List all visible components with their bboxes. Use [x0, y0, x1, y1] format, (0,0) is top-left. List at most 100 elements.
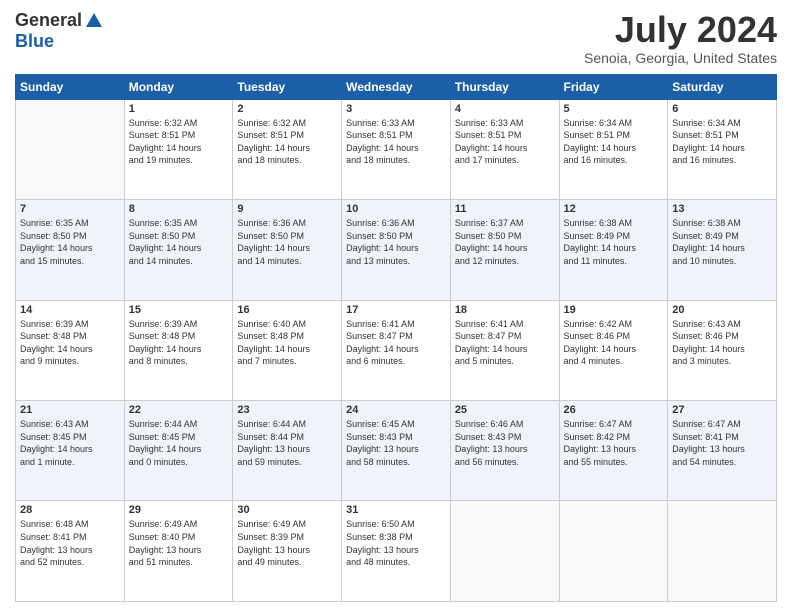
day-info: Sunrise: 6:50 AM Sunset: 8:38 PM Dayligh… [346, 518, 446, 568]
day-info: Sunrise: 6:40 AM Sunset: 8:48 PM Dayligh… [237, 318, 337, 368]
day-number: 29 [129, 504, 229, 516]
table-row: 2Sunrise: 6:32 AM Sunset: 8:51 PM Daylig… [233, 99, 342, 199]
day-info: Sunrise: 6:35 AM Sunset: 8:50 PM Dayligh… [20, 217, 120, 267]
day-info: Sunrise: 6:38 AM Sunset: 8:49 PM Dayligh… [564, 217, 664, 267]
table-row: 17Sunrise: 6:41 AM Sunset: 8:47 PM Dayli… [342, 300, 451, 400]
col-friday: Friday [559, 74, 668, 99]
table-row: 18 Sunrise: 6:41 AM Sunset: 8:47 PM Dayli… [450, 300, 559, 400]
day-number: 25 [455, 404, 555, 416]
day-number: 4 [455, 103, 555, 115]
day-number: 26 [564, 404, 664, 416]
day-info: Sunrise: 6:39 AM Sunset: 8:48 PM Dayligh… [129, 318, 229, 368]
table-row: 6 Sunrise: 6:34 AM Sunset: 8:51 PM Daylig… [668, 99, 777, 199]
day-info: Sunrise: 6:47 AM Sunset: 8:41 PM Dayligh… [672, 418, 772, 468]
table-row: 28Sunrise: 6:48 AM Sunset: 8:41 PM Dayli… [16, 501, 125, 602]
day-info: Sunrise: 6:34 AM Sunset: 8:51 PM Dayligh… [672, 117, 772, 167]
day-info: Sunrise: 6:38 AM Sunset: 8:49 PM Dayligh… [672, 217, 772, 267]
day-info: Sunrise: 6:46 AM Sunset: 8:43 PM Dayligh… [455, 418, 555, 468]
logo-general-text: General [15, 10, 82, 31]
table-row: 11 Sunrise: 6:37 AM Sunset: 8:50 PM Dayli… [450, 200, 559, 300]
calendar-week-row: 14 Sunrise: 6:39 AM Sunset: 8:48 PM Dayli… [16, 300, 777, 400]
table-row: 1 Sunrise: 6:32 AM Sunset: 8:51 PM Daylig… [124, 99, 233, 199]
day-info: Sunrise: 6:32 AM Sunset: 8:51 PM Dayligh… [129, 117, 229, 167]
day-info: Sunrise: 6:34 AM Sunset: 8:51 PM Dayligh… [564, 117, 664, 167]
day-number: 15 [129, 304, 229, 316]
day-number: 1 [129, 103, 229, 115]
calendar-week-row: 28Sunrise: 6:48 AM Sunset: 8:41 PM Dayli… [16, 501, 777, 602]
col-monday: Monday [124, 74, 233, 99]
table-row: 31 Sunrise: 6:50 AM Sunset: 8:38 PM Dayli… [342, 501, 451, 602]
table-row: 5 Sunrise: 6:34 AM Sunset: 8:51 PM Daylig… [559, 99, 668, 199]
day-number: 19 [564, 304, 664, 316]
table-row: 10Sunrise: 6:36 AM Sunset: 8:50 PM Dayli… [342, 200, 451, 300]
day-info: Sunrise: 6:49 AM Sunset: 8:39 PM Dayligh… [237, 518, 337, 568]
day-number: 3 [346, 103, 446, 115]
table-row: 29 Sunrise: 6:49 AM Sunset: 8:40 PM Dayli… [124, 501, 233, 602]
day-number: 11 [455, 203, 555, 215]
logo: General Blue [15, 10, 104, 52]
day-info: Sunrise: 6:42 AM Sunset: 8:46 PM Dayligh… [564, 318, 664, 368]
table-row: 22Sunrise: 6:44 AM Sunset: 8:45 PM Dayli… [124, 401, 233, 501]
table-row: 9Sunrise: 6:36 AM Sunset: 8:50 PM Daylig… [233, 200, 342, 300]
day-number: 31 [346, 504, 446, 516]
day-number: 20 [672, 304, 772, 316]
day-info: Sunrise: 6:44 AM Sunset: 8:44 PM Dayligh… [237, 418, 337, 468]
calendar-table: Sunday Monday Tuesday Wednesday Thursday… [15, 74, 777, 602]
table-row: 27Sunrise: 6:47 AM Sunset: 8:41 PM Dayli… [668, 401, 777, 501]
table-row [16, 99, 125, 199]
table-row: 8 Sunrise: 6:35 AM Sunset: 8:50 PM Daylig… [124, 200, 233, 300]
day-number: 2 [237, 103, 337, 115]
day-info: Sunrise: 6:35 AM Sunset: 8:50 PM Dayligh… [129, 217, 229, 267]
table-row: 20 Sunrise: 6:43 AM Sunset: 8:46 PM Dayli… [668, 300, 777, 400]
day-info: Sunrise: 6:41 AM Sunset: 8:47 PM Dayligh… [455, 318, 555, 368]
day-info: Sunrise: 6:36 AM Sunset: 8:50 PM Dayligh… [346, 217, 446, 267]
day-number: 24 [346, 404, 446, 416]
day-number: 8 [129, 203, 229, 215]
logo-icon [84, 11, 104, 31]
day-number: 17 [346, 304, 446, 316]
table-row: 26 Sunrise: 6:47 AM Sunset: 8:42 PM Dayli… [559, 401, 668, 501]
table-row [450, 501, 559, 602]
table-row: 24Sunrise: 6:45 AM Sunset: 8:43 PM Dayli… [342, 401, 451, 501]
calendar-week-row: 1 Sunrise: 6:32 AM Sunset: 8:51 PM Daylig… [16, 99, 777, 199]
table-row: 3 Sunrise: 6:33 AM Sunset: 8:51 PM Daylig… [342, 99, 451, 199]
logo-blue-text: Blue [15, 31, 54, 52]
col-sunday: Sunday [16, 74, 125, 99]
table-row: 23Sunrise: 6:44 AM Sunset: 8:44 PM Dayli… [233, 401, 342, 501]
day-number: 12 [564, 203, 664, 215]
day-info: Sunrise: 6:43 AM Sunset: 8:46 PM Dayligh… [672, 318, 772, 368]
table-row: 12 Sunrise: 6:38 AM Sunset: 8:49 PM Dayli… [559, 200, 668, 300]
location: Senoia, Georgia, United States [584, 50, 777, 66]
day-info: Sunrise: 6:33 AM Sunset: 8:51 PM Dayligh… [346, 117, 446, 167]
table-row: 14 Sunrise: 6:39 AM Sunset: 8:48 PM Dayli… [16, 300, 125, 400]
page: General Blue July 2024 Senoia, Georgia, … [0, 0, 792, 612]
day-number: 5 [564, 103, 664, 115]
table-row [559, 501, 668, 602]
day-info: Sunrise: 6:49 AM Sunset: 8:40 PM Dayligh… [129, 518, 229, 568]
day-info: Sunrise: 6:33 AM Sunset: 8:51 PM Dayligh… [455, 117, 555, 167]
day-number: 13 [672, 203, 772, 215]
day-info: Sunrise: 6:37 AM Sunset: 8:50 PM Dayligh… [455, 217, 555, 267]
col-wednesday: Wednesday [342, 74, 451, 99]
day-number: 6 [672, 103, 772, 115]
day-number: 18 [455, 304, 555, 316]
table-row: 4 Sunrise: 6:33 AM Sunset: 8:51 PM Daylig… [450, 99, 559, 199]
col-tuesday: Tuesday [233, 74, 342, 99]
table-row: 16 Sunrise: 6:40 AM Sunset: 8:48 PM Dayli… [233, 300, 342, 400]
title-area: July 2024 Senoia, Georgia, United States [584, 10, 777, 66]
header: General Blue July 2024 Senoia, Georgia, … [15, 10, 777, 66]
table-row: 7Sunrise: 6:35 AM Sunset: 8:50 PM Daylig… [16, 200, 125, 300]
table-row: 21Sunrise: 6:43 AM Sunset: 8:45 PM Dayli… [16, 401, 125, 501]
day-number: 16 [237, 304, 337, 316]
day-info: Sunrise: 6:39 AM Sunset: 8:48 PM Dayligh… [20, 318, 120, 368]
day-info: Sunrise: 6:48 AM Sunset: 8:41 PM Dayligh… [20, 518, 120, 568]
table-row [668, 501, 777, 602]
day-number: 14 [20, 304, 120, 316]
table-row: 15 Sunrise: 6:39 AM Sunset: 8:48 PM Dayli… [124, 300, 233, 400]
day-number: 22 [129, 404, 229, 416]
table-row: 19 Sunrise: 6:42 AM Sunset: 8:46 PM Dayli… [559, 300, 668, 400]
table-row: 25 Sunrise: 6:46 AM Sunset: 8:43 PM Dayli… [450, 401, 559, 501]
table-row: 13 Sunrise: 6:38 AM Sunset: 8:49 PM Dayli… [668, 200, 777, 300]
day-info: Sunrise: 6:47 AM Sunset: 8:42 PM Dayligh… [564, 418, 664, 468]
month-title: July 2024 [584, 10, 777, 50]
